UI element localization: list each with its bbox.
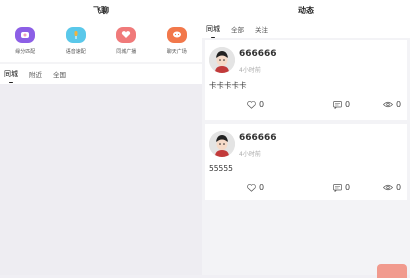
post-content: 卡卡卡卡卡 [209,81,247,90]
feature-label: 语音速配 [65,49,86,55]
feature-chat-square[interactable]: 聊天广场 [157,27,197,55]
feature-label: 聊天广场 [166,49,187,55]
avatar[interactable] [209,131,235,157]
comment-button[interactable]: 0 [333,183,350,192]
post-time: 4小时前 [239,67,261,74]
views-indicator: 0 [383,183,401,192]
username[interactable]: 666666 [239,49,277,59]
heart-icon [247,183,256,192]
right-page-title: 动态 [298,5,314,15]
like-count: 0 [259,100,265,109]
feature-row: 缘分匹配 语音速配 同城广播 聊天广场 [0,20,202,62]
right-panel: 动态 同城 全部 关注 666666 4小时前 卡卡卡卡卡 0 0 0 6666… [202,0,410,275]
tab-following[interactable]: 关注 [255,24,268,34]
left-tab-bar: 同城 附近 全国 [0,64,202,84]
views-indicator: 0 [383,100,401,109]
like-button[interactable]: 0 [247,100,264,109]
feature-voice[interactable]: 语音速配 [56,27,96,55]
comment-count: 0 [345,183,351,192]
view-count: 0 [396,100,402,109]
heart-icon [247,100,256,109]
eye-icon [383,184,393,191]
broadcast-icon [116,27,137,43]
chat-square-icon [166,27,187,43]
left-page-title: 飞聊 [93,5,109,15]
tab-nearby[interactable]: 附近 [29,69,42,79]
like-count: 0 [259,183,265,192]
post-time: 4小时前 [239,151,261,158]
feature-broadcast[interactable]: 同城广播 [106,27,146,55]
left-header: 飞聊 [0,0,202,20]
like-button[interactable]: 0 [247,183,264,192]
post-card[interactable]: 666666 4小时前 55555 0 0 0 [205,124,407,200]
heart-match-icon [15,27,36,43]
feature-label: 缘分匹配 [15,49,36,55]
feature-match[interactable]: 缘分匹配 [5,27,45,55]
mic-icon [65,27,86,43]
eye-icon [383,101,393,108]
tab-nationwide[interactable]: 全国 [53,69,66,79]
tab-same-city[interactable]: 同城 [4,69,18,83]
post-card[interactable]: 666666 4小时前 卡卡卡卡卡 0 0 0 [205,40,407,120]
comment-count: 0 [345,100,351,109]
feature-label: 同城广播 [116,49,137,55]
tab-same-city[interactable]: 同城 [206,24,220,38]
comment-icon [333,183,342,192]
avatar[interactable] [209,47,235,73]
view-count: 0 [396,183,402,192]
comment-icon [333,100,342,109]
floating-action-button[interactable] [377,264,407,278]
right-header: 动态 [202,0,410,20]
username[interactable]: 666666 [239,133,277,143]
left-panel: 飞聊 缘分匹配 语音速配 同城广播 聊天广场 同城 附近 全国 [0,0,202,275]
right-tab-bar: 同城 全部 关注 [202,20,410,38]
comment-button[interactable]: 0 [333,100,350,109]
post-content: 55555 [209,164,233,173]
tab-all[interactable]: 全部 [231,24,244,34]
